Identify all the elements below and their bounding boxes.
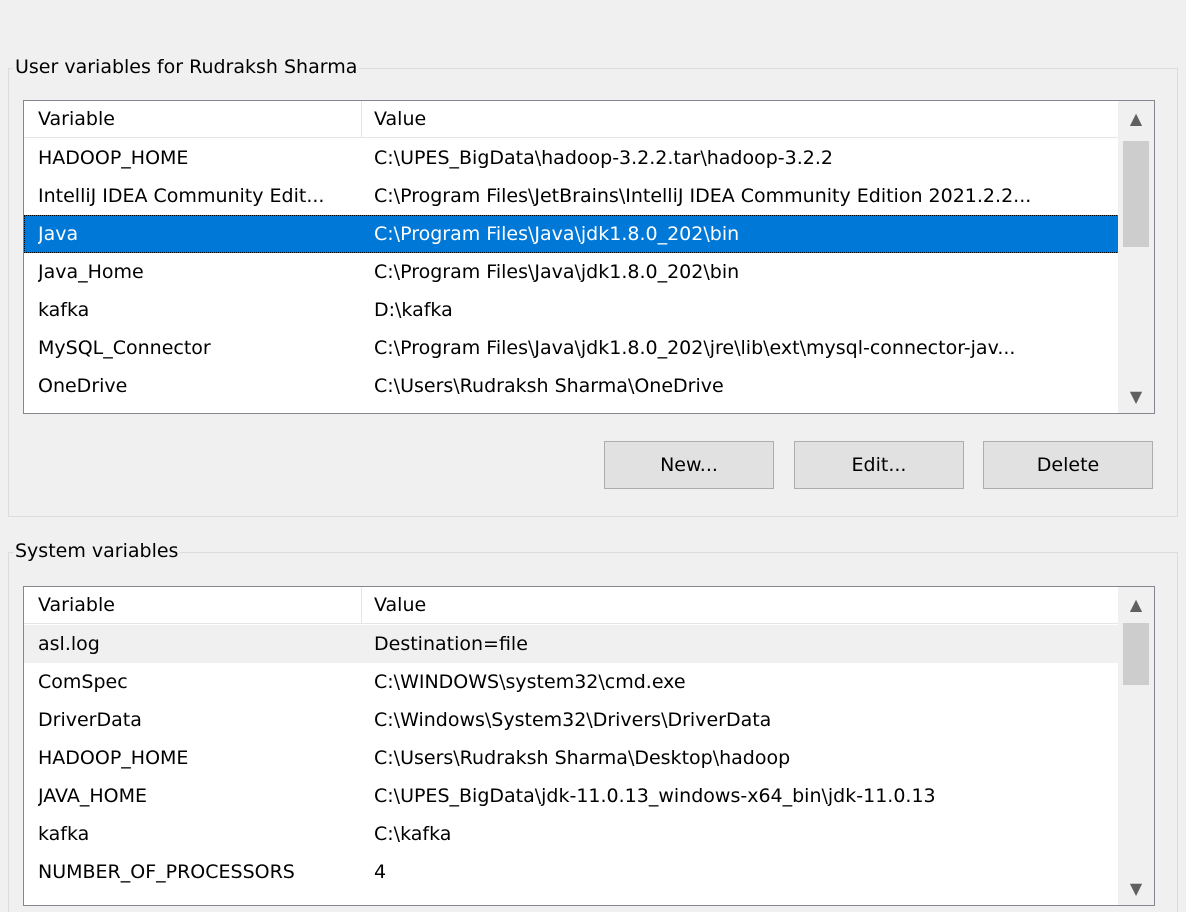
system-variable-row[interactable]: JAVA_HOME C:\UPES_BigData\jdk-11.0.13_wi… (24, 777, 1119, 815)
variable-name: HADOOP_HOME (38, 147, 189, 169)
variable-name: Java (38, 223, 79, 245)
variable-name: JAVA_HOME (38, 785, 147, 807)
user-variables-label: User variables for Rudraksh Sharma (13, 55, 360, 79)
user-variable-row[interactable]: HADOOP_HOME C:\UPES_BigData\hadoop-3.2.2… (24, 139, 1119, 177)
variable-name: asl.log (38, 633, 100, 655)
variable-name: kafka (38, 299, 90, 321)
new-user-variable-button[interactable]: New... (604, 441, 774, 489)
system-variable-row[interactable]: NUMBER_OF_PROCESSORS 4 (24, 853, 1119, 891)
variable-name: kafka (38, 823, 90, 845)
variable-value: C:\Program Files\Java\jdk1.8.0_202\bin (374, 223, 740, 245)
system-variable-row-hovered[interactable]: asl.log Destination=file (24, 625, 1119, 663)
column-header-variable[interactable]: Variable (24, 101, 362, 137)
system-variable-row[interactable]: kafka C:\kafka (24, 815, 1119, 853)
variable-name: MySQL_Connector (38, 337, 211, 359)
variable-value: C:\UPES_BigData\jdk-11.0.13_windows-x64_… (374, 785, 936, 807)
system-variable-row[interactable]: HADOOP_HOME C:\Users\Rudraksh Sharma\Des… (24, 739, 1119, 777)
scroll-down-arrow-icon[interactable]: ▼ (1118, 379, 1154, 413)
variable-value: C:\kafka (374, 823, 452, 845)
system-list-header: Variable Value (24, 587, 1119, 624)
system-list-scrollbar[interactable]: ▲ ▼ (1118, 587, 1154, 905)
user-variable-row[interactable]: OneDrive C:\Users\Rudraksh Sharma\OneDri… (24, 367, 1119, 405)
column-header-variable[interactable]: Variable (24, 587, 362, 623)
edit-user-variable-button[interactable]: Edit... (794, 441, 964, 489)
system-variables-label: System variables (13, 539, 181, 563)
variable-name: OneDrive (38, 375, 128, 397)
variable-value: C:\Windows\System32\Drivers\DriverData (374, 709, 772, 731)
system-variables-list[interactable]: Variable Value asl.log Destination=file … (23, 586, 1155, 906)
scroll-up-arrow-icon[interactable]: ▲ (1118, 587, 1154, 621)
user-variable-row[interactable]: kafka D:\kafka (24, 291, 1119, 329)
variable-value: C:\Program Files\Java\jdk1.8.0_202\jre\l… (374, 337, 1016, 359)
user-variable-row[interactable]: IntelliJ IDEA Community Edit... C:\Progr… (24, 177, 1119, 215)
variable-value: C:\Program Files\Java\jdk1.8.0_202\bin (374, 261, 740, 283)
variable-value: C:\Users\Rudraksh Sharma\OneDrive (374, 375, 724, 397)
scrollbar-thumb[interactable] (1123, 141, 1149, 247)
user-list-scrollbar[interactable]: ▲ ▼ (1118, 101, 1154, 413)
variable-name: Java_Home (38, 261, 144, 283)
variable-value: D:\kafka (374, 299, 453, 321)
user-variables-list[interactable]: Variable Value HADOOP_HOME C:\UPES_BigDa… (23, 100, 1155, 414)
system-variable-row[interactable]: ComSpec C:\WINDOWS\system32\cmd.exe (24, 663, 1119, 701)
user-variable-row[interactable]: MySQL_Connector C:\Program Files\Java\jd… (24, 329, 1119, 367)
column-header-value[interactable]: Value (362, 101, 1119, 137)
variable-value: C:\UPES_BigData\hadoop-3.2.2.tar\hadoop-… (374, 147, 833, 169)
scroll-down-arrow-icon[interactable]: ▼ (1118, 871, 1154, 905)
column-header-value[interactable]: Value (362, 587, 1119, 623)
variable-name: HADOOP_HOME (38, 747, 189, 769)
variable-value: C:\Program Files\JetBrains\IntelliJ IDEA… (374, 185, 1032, 207)
user-variable-row[interactable]: Java_Home C:\Program Files\Java\jdk1.8.0… (24, 253, 1119, 291)
variable-name: DriverData (38, 709, 142, 731)
scroll-up-arrow-icon[interactable]: ▲ (1118, 101, 1154, 135)
user-variable-row-selected[interactable]: Java C:\Program Files\Java\jdk1.8.0_202\… (24, 215, 1119, 253)
variable-value: Destination=file (374, 633, 528, 655)
variable-value: C:\Users\Rudraksh Sharma\Desktop\hadoop (374, 747, 791, 769)
variable-name: ComSpec (38, 671, 128, 693)
variable-value: 4 (374, 861, 387, 883)
variable-name: NUMBER_OF_PROCESSORS (38, 861, 295, 883)
delete-user-variable-button[interactable]: Delete (983, 441, 1153, 489)
variable-name: IntelliJ IDEA Community Edit... (38, 185, 325, 207)
system-variable-row[interactable]: DriverData C:\Windows\System32\Drivers\D… (24, 701, 1119, 739)
variable-value: C:\WINDOWS\system32\cmd.exe (374, 671, 686, 693)
user-list-header: Variable Value (24, 101, 1119, 138)
scrollbar-thumb[interactable] (1123, 623, 1149, 685)
